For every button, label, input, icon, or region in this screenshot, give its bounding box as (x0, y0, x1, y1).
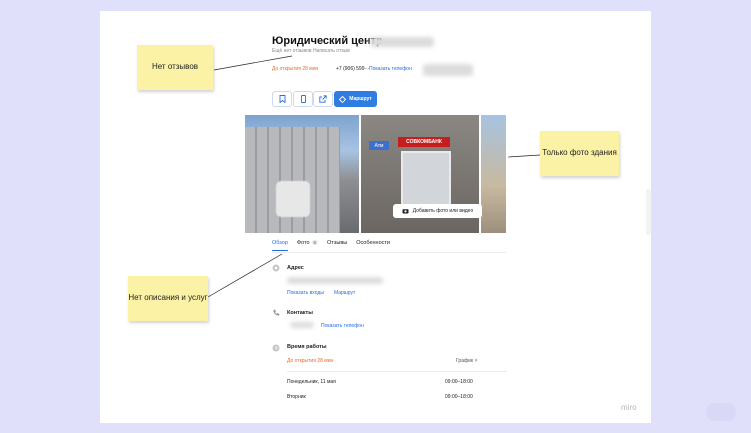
hours-title: Время работы (287, 344, 327, 350)
bookmark-button[interactable] (272, 91, 292, 107)
hours-time: 09:00–18:00 (445, 394, 473, 400)
business-title: Юридический центр (272, 35, 383, 47)
tab-photos-label: Фото (296, 240, 310, 246)
photo-count-badge: 8 (311, 240, 319, 245)
corner-control[interactable] (706, 403, 736, 421)
route-label: Маршрут (349, 96, 372, 102)
atm-sign: Атм (369, 141, 389, 150)
photo-gallery[interactable]: Атм СОВКОМБАНК Добавить фото или видео (245, 115, 506, 233)
address-route-link[interactable]: Маршрут (334, 290, 355, 296)
bank-sign: СОВКОМБАНК (398, 137, 450, 147)
board-scroll-handle[interactable] (646, 189, 651, 235)
tab-bar: Обзор Фото 8 Отзывы Особенности (272, 240, 390, 252)
tab-features[interactable]: Особенности (356, 240, 390, 252)
building-photo-3[interactable] (481, 115, 506, 233)
location-pin-icon (272, 264, 280, 272)
show-entrances-link[interactable]: Показать входы (287, 290, 324, 296)
phone-icon (273, 309, 280, 316)
open-external-button[interactable] (313, 91, 333, 107)
sticky-note-no-description[interactable]: Нет описания и услуг (128, 276, 208, 321)
schedule-toggle[interactable]: График ˄ (456, 358, 477, 364)
sticky-note-building-photo[interactable]: Только фото здания (540, 131, 619, 176)
tab-divider (272, 252, 506, 253)
hours-status: До открытия 28 мин (272, 66, 319, 72)
route-icon (339, 95, 347, 103)
hours-day: Понедельник, 11 мая (287, 379, 336, 385)
add-photo-button[interactable]: Добавить фото или видео (393, 204, 482, 218)
hours-time: 09:00–18:00 (445, 379, 473, 385)
sticky-note-no-reviews[interactable]: Нет отзывов (137, 45, 213, 90)
business-logo (276, 181, 310, 217)
show-phone-link[interactable]: Показать телефон (369, 66, 412, 72)
redacted-address (287, 277, 383, 284)
redacted-name (370, 37, 434, 47)
bookmark-icon (279, 95, 285, 103)
camera-icon (402, 209, 409, 214)
add-photo-label: Добавить фото или видео (412, 208, 474, 214)
redacted-phone (290, 322, 314, 328)
redacted-info (423, 64, 473, 76)
open-external-icon (319, 95, 327, 103)
tab-reviews[interactable]: Отзывы (327, 240, 347, 252)
phone-number: +7 (906) 599··· (336, 66, 370, 72)
tab-overview[interactable]: Обзор (272, 240, 288, 252)
send-to-phone-button[interactable] (293, 91, 313, 107)
hours-divider (287, 371, 507, 372)
address-title: Адрес (287, 265, 304, 271)
clock-icon (272, 344, 280, 352)
hours-open-status: До открытия 28 мин (287, 358, 334, 364)
contacts-show-phone-link[interactable]: Показать телефон (321, 323, 364, 329)
miro-logo: miro (621, 403, 637, 412)
contacts-title: Контакты (287, 310, 313, 316)
tab-photos[interactable]: Фото 8 (296, 240, 319, 252)
share-device-icon (300, 95, 306, 103)
route-button[interactable]: Маршрут (334, 91, 377, 107)
hours-day: Вторник (287, 394, 306, 400)
reviews-note: Ещё нет отзывов Написать отзыв (272, 48, 350, 54)
